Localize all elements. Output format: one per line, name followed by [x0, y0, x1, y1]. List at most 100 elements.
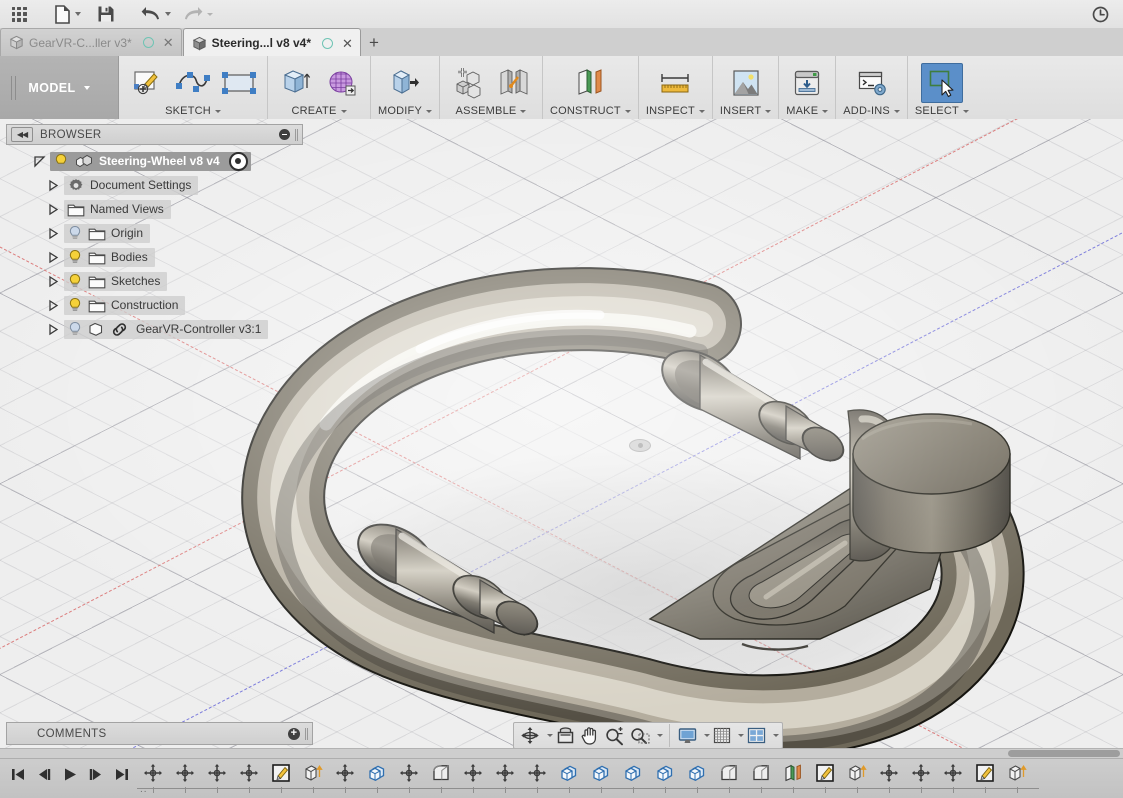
viewports-button[interactable] — [744, 724, 769, 747]
timeline-feature-26[interactable] — [969, 760, 1001, 793]
timeline-feature-16[interactable] — [649, 760, 681, 793]
tree-chip[interactable]: Steering-Wheel v8 v4 — [50, 151, 251, 171]
timeline-feature-20[interactable] — [777, 760, 809, 793]
timeline-feature-25[interactable] — [937, 760, 969, 793]
play-button[interactable] — [58, 760, 82, 788]
select-button[interactable] — [920, 63, 963, 103]
zoom-button[interactable] — [602, 724, 627, 747]
twisty-collapsed-icon[interactable] — [42, 299, 64, 311]
twisty-collapsed-icon[interactable] — [42, 179, 64, 191]
insert-image-button[interactable] — [725, 63, 767, 103]
timeline-feature-28[interactable] — [1033, 760, 1039, 788]
timeline-feature-4[interactable] — [265, 760, 297, 793]
twisty-expanded-icon[interactable] — [28, 155, 50, 168]
tree-chip[interactable]: Bodies — [64, 247, 155, 267]
new-file-caret-icon[interactable] — [75, 12, 81, 16]
timeline-feature-8[interactable] — [393, 760, 425, 793]
timeline-track[interactable]: .. — [137, 759, 1039, 798]
scripts-addins-button[interactable] — [851, 63, 893, 103]
timeline-feature-12[interactable] — [521, 760, 553, 793]
press-pull-button[interactable] — [384, 63, 426, 103]
step-forward-button[interactable] — [84, 760, 108, 788]
tree-chip[interactable]: Construction — [64, 295, 186, 315]
tree-node-gearvr-controller[interactable]: GearVR-Controller v3:1 — [6, 317, 303, 341]
ribbon-group-label[interactable]: INSERT — [720, 105, 772, 117]
extrude-button[interactable] — [275, 63, 317, 103]
zoom-window-caret-icon[interactable] — [657, 734, 663, 737]
joint-button[interactable] — [493, 63, 535, 103]
undo-button[interactable] — [137, 1, 175, 27]
tree-chip[interactable]: GearVR-Controller v3:1 — [64, 319, 269, 339]
step-back-button[interactable] — [32, 760, 56, 788]
tree-chip[interactable]: Origin — [64, 223, 151, 243]
timeline-feature-10[interactable] — [457, 760, 489, 793]
ribbon-group-label[interactable]: MAKE — [786, 105, 829, 117]
ribbon-group-label[interactable]: ADD-INS — [843, 105, 900, 117]
add-comment-icon[interactable]: + — [288, 727, 300, 740]
pan-button[interactable] — [578, 724, 602, 747]
panel-resize-grip[interactable] — [295, 128, 298, 141]
create-form-button[interactable] — [321, 63, 363, 103]
timeline-feature-23[interactable] — [873, 760, 905, 793]
activate-component-radio[interactable] — [228, 151, 248, 171]
timeline-feature-14[interactable] — [585, 760, 617, 793]
display-settings-button[interactable] — [675, 724, 700, 747]
timeline-feature-1[interactable] — [169, 760, 201, 793]
tree-chip[interactable]: Sketches — [64, 271, 168, 291]
look-at-button[interactable] — [553, 724, 578, 747]
tree-node-document-settings[interactable]: Document Settings — [6, 173, 303, 197]
tab-close-button[interactable]: ✕ — [342, 37, 353, 50]
tree-node-root[interactable]: Steering-Wheel v8 v4 — [6, 149, 303, 173]
tree-node-bodies[interactable]: Bodies — [6, 245, 303, 269]
ribbon-group-label[interactable]: MODIFY — [378, 105, 432, 117]
timeline-feature-21[interactable] — [809, 760, 841, 793]
redo-caret-icon[interactable] — [207, 12, 213, 16]
timeline-scrollbar-thumb[interactable] — [1008, 750, 1120, 757]
timeline-feature-17[interactable] — [681, 760, 713, 793]
timeline-feature-13[interactable] — [553, 760, 585, 793]
twisty-collapsed-icon[interactable] — [42, 227, 64, 239]
ribbon-group-label[interactable]: SKETCH — [165, 105, 221, 117]
ribbon-group-label[interactable]: INSPECT — [646, 105, 705, 117]
ribbon-group-label[interactable]: SELECT — [915, 105, 969, 117]
tab-close-button[interactable]: ✕ — [163, 36, 174, 49]
lightbulb-on-icon[interactable] — [67, 297, 83, 313]
go-to-end-button[interactable] — [110, 760, 134, 788]
timeline-feature-27[interactable] — [1001, 760, 1033, 793]
lightbulb-on-icon[interactable] — [53, 153, 69, 169]
timeline-feature-6[interactable] — [329, 760, 361, 793]
tree-node-origin[interactable]: Origin — [6, 221, 303, 245]
grid-snaps-button[interactable] — [710, 724, 734, 747]
offset-plane-button[interactable] — [569, 63, 611, 103]
app-grid-button[interactable] — [2, 1, 36, 27]
timeline-feature-5[interactable] — [297, 760, 329, 793]
redo-button[interactable] — [179, 1, 217, 27]
timeline-feature-18[interactable] — [713, 760, 745, 793]
timeline-feature-24[interactable] — [905, 760, 937, 793]
comments-resize-grip[interactable] — [305, 727, 308, 740]
workspace-switcher[interactable]: MODEL — [0, 56, 119, 119]
twisty-collapsed-icon[interactable] — [42, 323, 64, 335]
timeline-feature-11[interactable] — [489, 760, 521, 793]
tree-node-construction[interactable]: Construction — [6, 293, 303, 317]
new-component-button[interactable] — [447, 63, 489, 103]
timeline-feature-0[interactable] — [137, 760, 169, 793]
timeline-feature-22[interactable] — [841, 760, 873, 793]
new-file-button[interactable] — [50, 1, 85, 27]
collapse-left-icon[interactable]: ◀◀ — [11, 127, 33, 142]
minimize-icon[interactable] — [279, 129, 290, 140]
create-sketch-button[interactable] — [126, 63, 168, 103]
document-tab-1[interactable]: Steering...l v8 v4* ✕ — [182, 28, 361, 57]
tree-node-named-views[interactable]: Named Views — [6, 197, 303, 221]
twisty-collapsed-icon[interactable] — [42, 275, 64, 287]
orbit-button[interactable] — [517, 724, 543, 747]
spline-button[interactable] — [172, 63, 214, 103]
timeline-feature-9[interactable] — [425, 760, 457, 793]
tree-chip[interactable]: Document Settings — [64, 175, 199, 195]
save-button[interactable] — [89, 1, 123, 27]
go-to-beginning-button[interactable] — [6, 760, 30, 788]
timeline-feature-15[interactable] — [617, 760, 649, 793]
new-document-tab-button[interactable]: + — [362, 30, 386, 56]
timeline-feature-19[interactable] — [745, 760, 777, 793]
lightbulb-off-icon[interactable] — [67, 225, 83, 241]
